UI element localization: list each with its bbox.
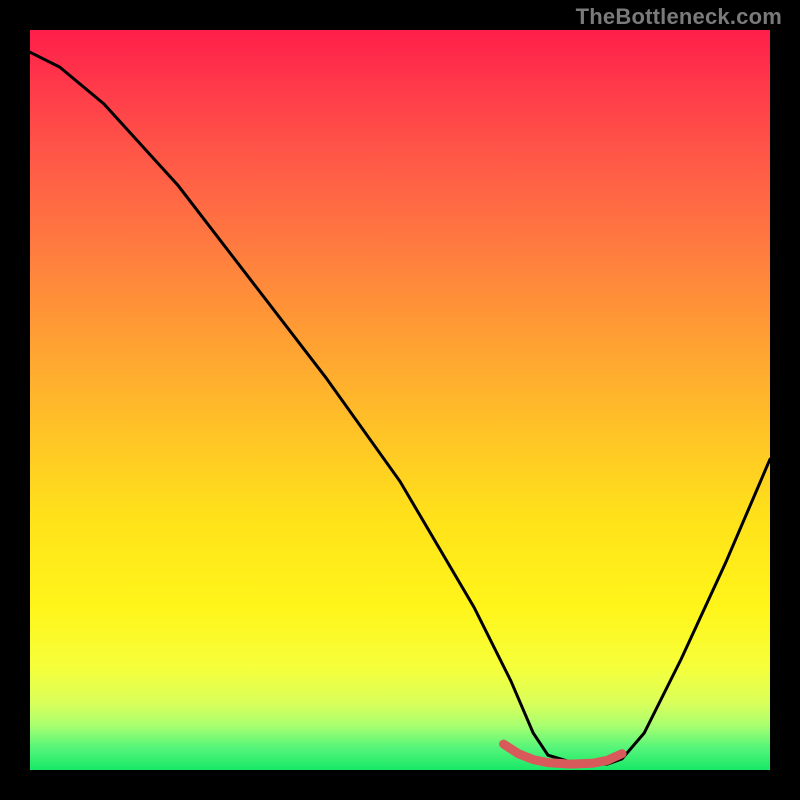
chart-frame: TheBottleneck.com	[0, 0, 800, 800]
watermark: TheBottleneck.com	[576, 4, 782, 30]
curve-main	[30, 52, 770, 764]
plot-area	[30, 30, 770, 770]
curve-highlight	[504, 744, 622, 764]
chart-svg	[30, 30, 770, 770]
